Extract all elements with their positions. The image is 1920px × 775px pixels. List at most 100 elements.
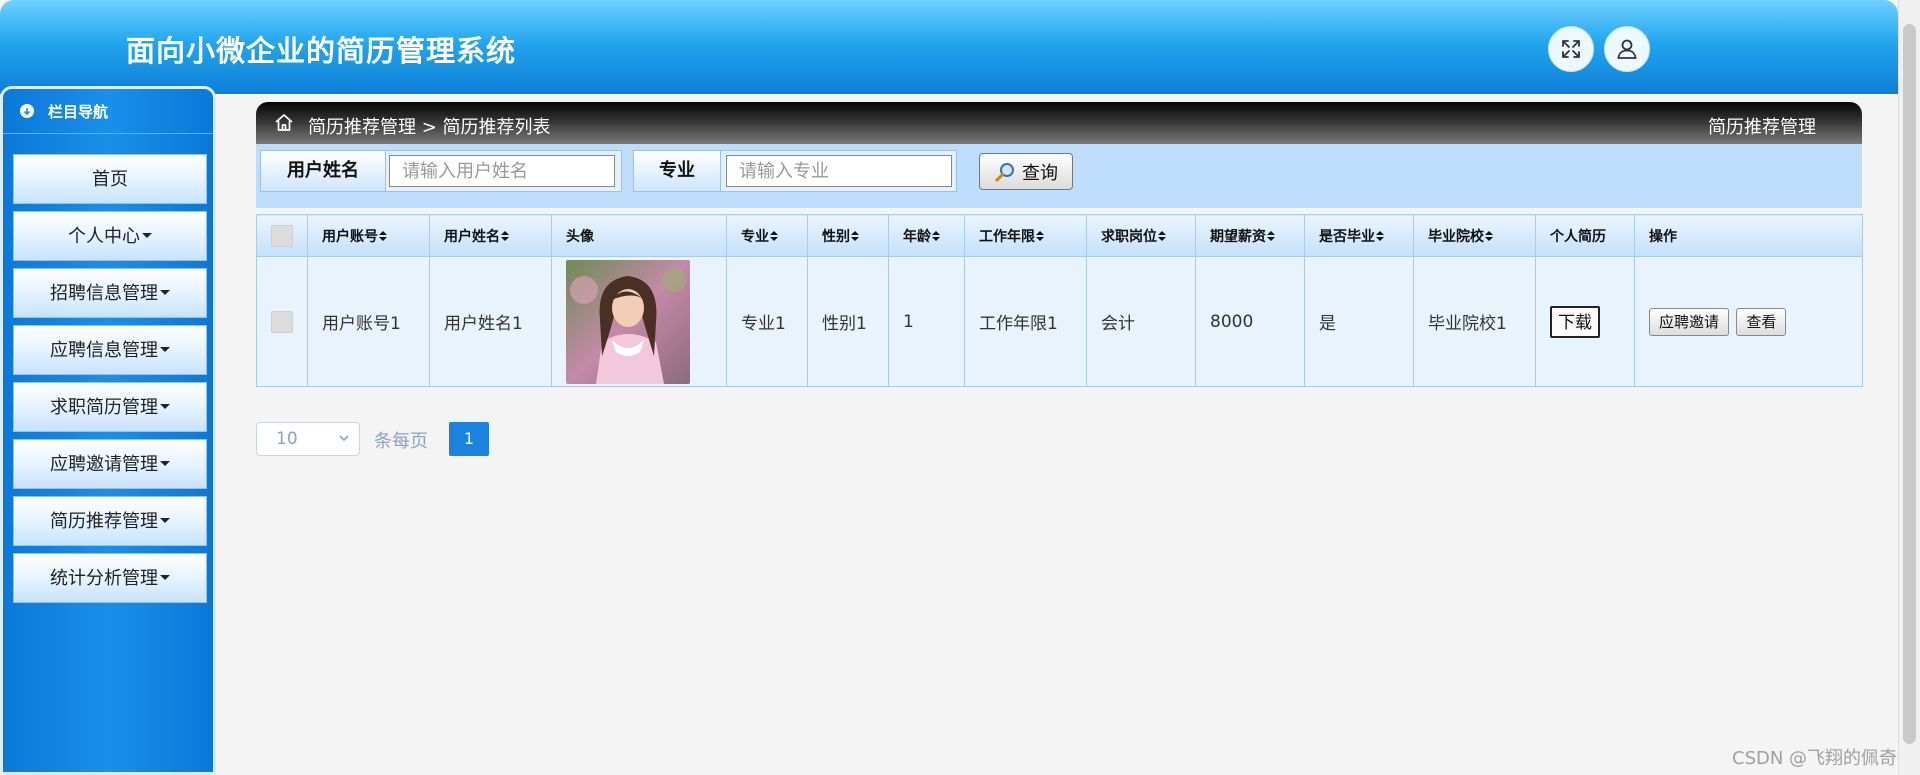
select-all-cell xyxy=(256,214,308,257)
sidebar-item-personal-center[interactable]: 个人中心 xyxy=(13,211,207,261)
account-cell: 用户账号1 xyxy=(307,256,430,387)
position-cell: 会计 xyxy=(1086,256,1196,387)
scrollbar-thumb[interactable] xyxy=(1903,24,1916,744)
column-header: 个人简历 xyxy=(1535,214,1635,257)
age-cell: 1 xyxy=(888,256,965,387)
row-select-cell xyxy=(256,256,308,387)
caret-down-icon xyxy=(160,346,170,352)
column-header[interactable]: 用户姓名 xyxy=(429,214,552,257)
major-cell: 专业1 xyxy=(726,256,808,387)
page-size-value: 10 xyxy=(276,429,298,449)
caret-down-icon xyxy=(160,460,170,466)
download-resume-button[interactable]: 下载 xyxy=(1550,305,1600,338)
column-header[interactable]: 用户账号 xyxy=(307,214,430,257)
caret-down-icon xyxy=(160,403,170,409)
caret-down-icon xyxy=(142,232,152,238)
sidebar-item-label: 应聘信息管理 xyxy=(50,340,158,361)
column-header[interactable]: 性别 xyxy=(807,214,889,257)
sidebar-header: 栏目导航 xyxy=(3,89,213,134)
home-icon[interactable] xyxy=(274,113,294,137)
column-header[interactable]: 工作年限 xyxy=(964,214,1087,257)
name-cell: 用户姓名1 xyxy=(429,256,552,387)
username-search-input[interactable] xyxy=(389,155,615,187)
sort-icon xyxy=(851,231,860,242)
sort-icon xyxy=(1036,231,1045,242)
app-header: 面向小微企业的简历管理系统 xyxy=(0,0,1898,94)
avatar-cell xyxy=(551,256,727,387)
username-label: 用户姓名 xyxy=(260,150,386,192)
sidebar-item-statistics[interactable]: 统计分析管理 xyxy=(13,553,207,603)
sidebar-item-label: 首页 xyxy=(92,169,128,190)
sidebar-item-label: 求职简历管理 xyxy=(50,397,158,418)
caret-down-icon xyxy=(160,574,170,580)
sort-icon xyxy=(1267,231,1276,242)
nav-down-icon xyxy=(20,104,34,118)
salary-cell: 8000 xyxy=(1195,256,1305,387)
column-header[interactable]: 专业 xyxy=(726,214,808,257)
sort-icon xyxy=(379,231,388,242)
page-button-current[interactable]: 1 xyxy=(449,422,489,456)
sidebar: 栏目导航 首页 个人中心 招聘信息管理 应聘信息管理 求职简历管理 应聘邀请管理… xyxy=(0,86,216,775)
sidebar-item-applications[interactable]: 应聘信息管理 xyxy=(13,325,207,375)
caret-down-icon xyxy=(160,289,170,295)
sort-icon xyxy=(1376,231,1385,242)
sidebar-item-recruitment[interactable]: 招聘信息管理 xyxy=(13,268,207,318)
breadcrumb-path: 简历推荐管理 > 简历推荐列表 xyxy=(308,117,551,138)
invite-button[interactable]: 应聘邀请 xyxy=(1649,307,1730,336)
sidebar-item-label: 应聘邀请管理 xyxy=(50,454,158,475)
search-button-label: 查询 xyxy=(1022,162,1058,184)
magnifier-icon xyxy=(995,162,1014,182)
table-row: 用户账号1 用户姓名1 专业1 性别1 1 工作年限1 会计 8000 是 毕业… xyxy=(256,256,1863,387)
expand-icon xyxy=(1562,40,1580,58)
page-scrollbar[interactable] xyxy=(1898,0,1920,775)
sort-icon xyxy=(1158,231,1167,242)
school-cell: 毕业院校1 xyxy=(1413,256,1536,387)
column-header: 操作 xyxy=(1634,214,1863,257)
watermark: CSDN @飞翔的佩奇 xyxy=(1732,748,1898,769)
sort-icon xyxy=(770,231,779,242)
gender-cell: 性别1 xyxy=(807,256,889,387)
search-button[interactable]: 查询 xyxy=(979,153,1073,190)
page-title: 简历推荐管理 xyxy=(1708,117,1816,138)
search-bar: 用户姓名 专业 查询 xyxy=(256,144,1862,208)
sidebar-item-label: 个人中心 xyxy=(68,226,140,247)
app-title: 面向小微企业的简历管理系统 xyxy=(126,34,517,68)
graduated-cell: 是 xyxy=(1304,256,1414,387)
sidebar-item-recommendations[interactable]: 简历推荐管理 xyxy=(13,496,207,546)
table-header-row: 用户账号 用户姓名 头像 专业 性别 年龄 工作年限 求职岗位 期望薪资 是否毕… xyxy=(256,214,1863,257)
user-button[interactable] xyxy=(1604,26,1650,72)
actions-cell: 应聘邀请 查看 xyxy=(1634,256,1863,387)
sort-icon xyxy=(501,231,510,242)
sidebar-item-invitations[interactable]: 应聘邀请管理 xyxy=(13,439,207,489)
sidebar-title: 栏目导航 xyxy=(48,102,109,121)
major-search-input[interactable] xyxy=(726,155,952,187)
chevron-down-icon xyxy=(339,435,349,442)
column-header[interactable]: 期望薪资 xyxy=(1195,214,1305,257)
column-header: 头像 xyxy=(551,214,727,257)
column-header[interactable]: 求职岗位 xyxy=(1086,214,1196,257)
resume-cell: 下载 xyxy=(1535,256,1635,387)
sidebar-item-label: 简历推荐管理 xyxy=(50,511,158,532)
work-years-cell: 工作年限1 xyxy=(964,256,1087,387)
user-icon xyxy=(1617,39,1637,59)
sort-icon xyxy=(932,231,941,242)
major-label: 专业 xyxy=(633,150,721,192)
breadcrumb: 简历推荐管理 > 简历推荐列表 简历推荐管理 xyxy=(256,102,1862,144)
per-page-label: 条每页 xyxy=(374,431,428,452)
view-button[interactable]: 查看 xyxy=(1736,307,1787,336)
sidebar-item-home[interactable]: 首页 xyxy=(13,154,207,204)
sort-icon xyxy=(1485,231,1494,242)
avatar xyxy=(566,259,690,384)
sidebar-item-resumes[interactable]: 求职简历管理 xyxy=(13,382,207,432)
fullscreen-button[interactable] xyxy=(1548,26,1594,72)
page-size-select[interactable]: 10 xyxy=(256,422,360,456)
row-checkbox[interactable] xyxy=(271,310,293,333)
sidebar-item-label: 统计分析管理 xyxy=(50,568,158,589)
sidebar-item-label: 招聘信息管理 xyxy=(50,283,158,304)
recommendation-table: 用户账号 用户姓名 头像 专业 性别 年龄 工作年限 求职岗位 期望薪资 是否毕… xyxy=(256,214,1863,387)
caret-down-icon xyxy=(160,517,170,523)
select-all-checkbox[interactable] xyxy=(271,224,293,247)
column-header[interactable]: 是否毕业 xyxy=(1304,214,1414,257)
column-header[interactable]: 毕业院校 xyxy=(1413,214,1536,257)
column-header[interactable]: 年龄 xyxy=(888,214,965,257)
